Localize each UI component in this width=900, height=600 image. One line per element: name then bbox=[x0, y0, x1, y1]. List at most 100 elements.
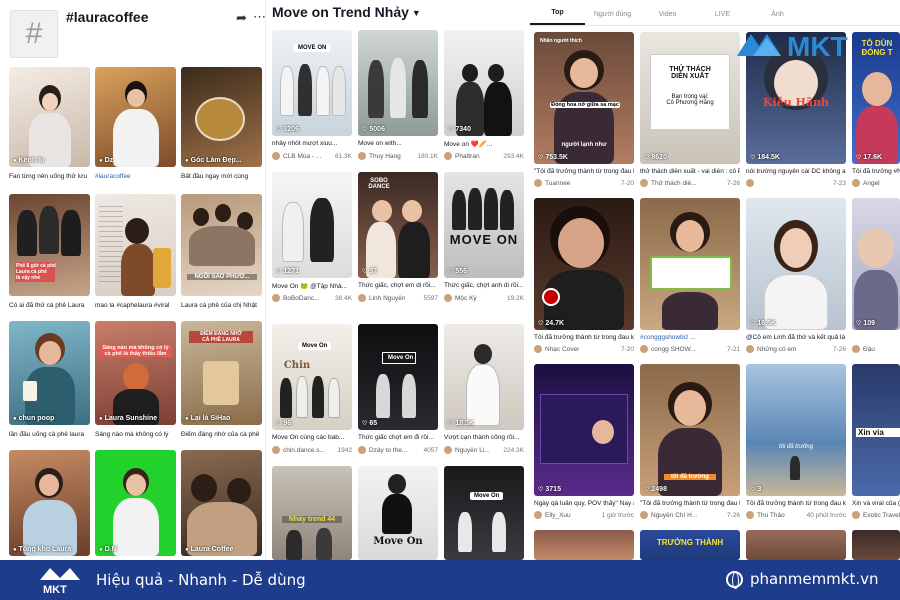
avatar bbox=[534, 511, 542, 519]
tab-users[interactable]: Người dùng bbox=[585, 11, 640, 25]
video-card[interactable]: tôi đã trưởng ♡ 3 Tôi đã trưởng thành từ … bbox=[746, 364, 846, 522]
like-count: 109 bbox=[863, 320, 876, 327]
video-card[interactable]: ● Laura Coffee bbox=[181, 450, 262, 556]
share-icon[interactable]: ➦ bbox=[236, 10, 247, 26]
play-count: 293.4K bbox=[503, 152, 524, 160]
sound-title[interactable]: Move on Trend Nhảy ▼ bbox=[272, 4, 421, 20]
card-user: Thu Thảo bbox=[757, 511, 785, 519]
card-overlay: THỬ THÁCH DIỄN XUẤT bbox=[669, 66, 711, 80]
video-card[interactable]: ♡ 109 Đậu bbox=[852, 198, 900, 356]
tab-live[interactable]: LIVE bbox=[695, 11, 750, 25]
video-card[interactable]: Move On ♡ 65 Thức giấc chợt em đi rồi... … bbox=[358, 324, 438, 460]
video-card[interactable]: NGỒI SAO PHƯƠ... Laura cà phê của chị Nh… bbox=[181, 194, 262, 312]
hashtag-title: #lauracoffee bbox=[66, 9, 149, 25]
like-count: 17.6K bbox=[863, 154, 883, 161]
video-card[interactable]: tôi đã trưởng ♡ 2498 "Tôi đã trưởng thành… bbox=[640, 364, 740, 522]
video-card[interactable]: Move On bbox=[358, 466, 438, 560]
like-count: 16.5K bbox=[757, 320, 777, 327]
video-card[interactable]: ● Góc Làm Đẹp... Bất đầu ngay mới cùng bbox=[181, 67, 262, 185]
card-caption: Fan từng nên uống thử lưu bbox=[9, 173, 88, 180]
like-count: 753.5K bbox=[545, 154, 568, 161]
video-card[interactable]: ● chun poop lần đầu uống cà phê laura bbox=[9, 321, 90, 441]
video-card[interactable]: ♡ 5006 Move on with... Thuy Hang 180.1K bbox=[358, 30, 438, 166]
heart-icon: ♡ bbox=[644, 487, 650, 493]
card-user: chin.dance.s... bbox=[283, 446, 325, 454]
post-date: 7-26 bbox=[832, 345, 846, 353]
heart-icon: ♡ bbox=[750, 487, 756, 493]
like-count: 24.7K bbox=[545, 320, 565, 327]
video-card[interactable]: ● Kênh lu Fan từng nên uống thử lưu bbox=[9, 67, 90, 185]
video-card[interactable]: Sáng nào mà không có lý cà phê là thấy t… bbox=[95, 321, 176, 441]
video-card[interactable]: ● D.N bbox=[95, 450, 176, 556]
card-user: Elly_Xuu bbox=[545, 511, 571, 519]
video-card[interactable]: MOVE ON ♡ 3206 nhảy nhót mượt xiuu... CLB… bbox=[272, 30, 352, 166]
brand-url[interactable]: phanmemmkt.vn bbox=[750, 570, 879, 588]
video-card[interactable]: Move On bbox=[444, 466, 524, 560]
card-overlay: TRƯỞNG THÀNH bbox=[656, 538, 724, 547]
video-card[interactable]: SOBO DANCE ♡ 37 Thức giấc, chợt em di rồi… bbox=[358, 172, 438, 308]
like-count: 37 bbox=[369, 268, 378, 275]
video-card[interactable]: Nhãn người thích Đồng hoa nở giữa sa mạc… bbox=[534, 32, 634, 190]
video-card[interactable]: ♡ 24.7K Tôi đã trưởng thành từ trong đau … bbox=[534, 198, 634, 356]
video-card[interactable]: Nhảy trend 44 bbox=[272, 466, 352, 560]
like-count: 8620 bbox=[651, 154, 667, 161]
video-card[interactable]: ♡ 3715 Ngày qà luân quy, POV thấy" Nay á.… bbox=[534, 364, 634, 522]
video-card[interactable]: ĐIỂM ĐÁNG NHỚ CÀ PHÊ LAURA ● Lại là SiHao… bbox=[181, 321, 262, 441]
like-count: 5006 bbox=[369, 126, 385, 133]
play-count: 1942 bbox=[337, 446, 352, 454]
card-caption: @Cô em Linh đã thử và kết quả là ... bbox=[746, 334, 846, 341]
avatar bbox=[358, 294, 366, 302]
heart-icon: ♡ bbox=[538, 155, 544, 161]
video-card[interactable]: Xin via Xin và viral của (Exotic... Exot… bbox=[852, 364, 900, 522]
heart-icon: ♡ bbox=[448, 269, 454, 275]
video-card[interactable]: ● Tổng kho Laura bbox=[9, 450, 90, 556]
heart-icon: ♡ bbox=[538, 487, 544, 493]
heart-icon: ♡ bbox=[644, 155, 650, 161]
tab-photos[interactable]: Ảnh bbox=[750, 11, 805, 25]
video-card[interactable] bbox=[746, 530, 846, 560]
avatar bbox=[358, 446, 366, 454]
card-overlay: Move On bbox=[373, 536, 423, 547]
more-icon[interactable]: ⋯ bbox=[253, 9, 265, 25]
card-caption: Tôi đã trưởng thành từ trong đau k... bbox=[534, 334, 634, 341]
card-user: BoBoDanc... bbox=[283, 294, 320, 302]
video-card[interactable]: ♡ 16.5K @Cô em Linh đã thử và kết quả là … bbox=[746, 198, 846, 356]
video-card[interactable]: THỬ THÁCH DIỄN XUẤT Bạn trong vai: Cô Ph… bbox=[640, 32, 740, 190]
video-card[interactable]: Move On Chin ♡ 96 Move On cùng các bab...… bbox=[272, 324, 352, 460]
search-tabs: Top Người dùng Video LIVE Ảnh bbox=[530, 0, 900, 26]
card-user: Nhạc Cover bbox=[545, 345, 580, 353]
video-card[interactable]: ♡ 1271 Move On 🐸 @Tập Nhả... BoBoDanc... 3… bbox=[272, 172, 352, 308]
card-user: Đậu bbox=[863, 345, 875, 353]
tab-video[interactable]: Video bbox=[640, 11, 695, 25]
user-icon: ● bbox=[99, 416, 103, 422]
video-card[interactable]: ♡ 18.3K Vượt cạn thành công rồi... Nguyễn… bbox=[444, 324, 524, 460]
avatar bbox=[640, 179, 648, 187]
like-count: 1271 bbox=[283, 268, 299, 275]
video-card[interactable]: mao la #caphelaura #viral bbox=[95, 194, 176, 312]
card-user: Linh Nguyễn bbox=[369, 294, 406, 302]
user-icon: ● bbox=[99, 547, 103, 553]
heart-icon: ♡ bbox=[448, 421, 454, 427]
card-user: CLB Múa - ... bbox=[283, 152, 322, 160]
like-count: 3 bbox=[757, 486, 762, 493]
card-overlay: Nhãn người thích bbox=[540, 38, 582, 44]
card-user: Thử thách diễ... bbox=[651, 179, 697, 187]
video-card[interactable]: #congggshowbiz ... congg SHOW... 7-21 bbox=[640, 198, 740, 356]
heart-icon: ♡ bbox=[276, 269, 282, 275]
heart-icon: ♡ bbox=[750, 321, 756, 327]
user-icon: ● bbox=[185, 547, 189, 553]
heart-icon: ♡ bbox=[362, 127, 368, 133]
avatar bbox=[852, 345, 860, 353]
video-card[interactable] bbox=[534, 530, 634, 560]
post-date: 7-26 bbox=[726, 179, 740, 187]
video-card[interactable]: MOVE ON ♡ 556 Thức giấc, chợt anh di rồi.… bbox=[444, 172, 524, 308]
video-card[interactable] bbox=[852, 530, 900, 560]
video-card[interactable]: TRƯỞNG THÀNH bbox=[640, 530, 740, 560]
video-card[interactable]: ♡ 7340 Move on ❤️🥖... Phattran 293.4K bbox=[444, 30, 524, 166]
card-overlay: ĐIỂM ĐÁNG NHỚ CÀ PHÊ LAURA bbox=[189, 331, 253, 343]
card-caption: "Tôi đã trưởng thành từ trong đau k... bbox=[640, 500, 740, 507]
tab-top[interactable]: Top bbox=[530, 9, 585, 25]
video-card[interactable]: Phê 8 giờ cà phê Laura cà phê là vậy nhé… bbox=[9, 194, 90, 312]
avatar bbox=[640, 511, 648, 519]
video-card[interactable]: ● Dz #lauracoffee bbox=[95, 67, 176, 185]
